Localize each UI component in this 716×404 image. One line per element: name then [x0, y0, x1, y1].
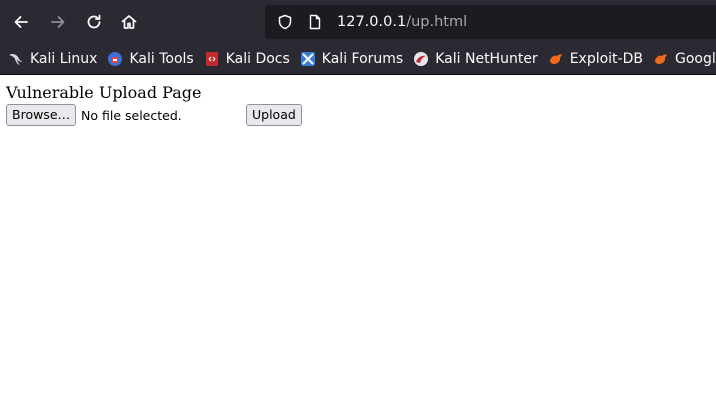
bookmark-label: Kali Docs [225, 51, 290, 67]
page-title: Vulnerable Upload Page [6, 83, 202, 102]
back-arrow-icon [14, 16, 28, 28]
url-host: 127.0.0.1 [337, 14, 407, 30]
bookmark-kali-forums[interactable]: Kali Forums [300, 51, 403, 67]
back-button[interactable] [7, 8, 35, 36]
address-bar[interactable]: 127.0.0.1/up.html [265, 5, 716, 39]
upload-form: Browse… No file selected. Upload [6, 104, 710, 126]
kali-forums-icon [300, 51, 316, 67]
browse-button[interactable]: Browse… [6, 104, 77, 126]
url-path: /up.html [406, 14, 468, 30]
bookmark-label: Kali NetHunter [435, 51, 538, 67]
forward-arrow-icon [51, 16, 65, 28]
page-info-icon[interactable] [303, 10, 327, 34]
bookmark-google-hacking-db[interactable]: Google Hacking DB [653, 51, 716, 67]
bookmark-kali-linux[interactable]: Kali Linux [8, 51, 97, 67]
kali-tools-icon [107, 51, 123, 67]
home-button[interactable] [115, 8, 143, 36]
kali-nethunter-icon [413, 51, 429, 67]
bookmark-label: Kali Linux [30, 51, 98, 67]
reload-icon [87, 14, 101, 29]
bookmark-label: Kali Tools [129, 51, 194, 67]
upload-button[interactable]: Upload [246, 104, 302, 126]
bookmark-kali-tools[interactable]: Kali Tools [107, 51, 194, 67]
browser-chrome: 127.0.0.1/up.html Kali Linux Kali Tools … [0, 0, 716, 75]
tracking-protection-shield-icon[interactable] [273, 10, 297, 34]
forward-button[interactable] [44, 8, 72, 36]
kali-docs-icon [204, 51, 220, 67]
navigation-toolbar: 127.0.0.1/up.html [0, 0, 716, 44]
bookmark-kali-nethunter[interactable]: Kali NetHunter [413, 51, 538, 67]
bookmark-label: Kali Forums [321, 51, 404, 67]
bookmarks-toolbar: Kali Linux Kali Tools Kali Docs Kali For… [0, 44, 716, 75]
bookmark-label: Google Hacking DB [674, 51, 716, 67]
bookmark-exploit-db[interactable]: Exploit-DB [548, 51, 643, 67]
file-status-text: No file selected. [81, 107, 182, 123]
exploit-db-icon [548, 51, 564, 67]
reload-button[interactable] [80, 8, 108, 36]
google-hacking-db-icon [653, 51, 669, 67]
page-content: Vulnerable Upload Page Browse… No file s… [0, 75, 716, 134]
bookmark-kali-docs[interactable]: Kali Docs [204, 51, 290, 67]
bookmark-label: Exploit-DB [569, 51, 643, 67]
home-icon [121, 15, 137, 29]
kali-dragon-icon [8, 51, 24, 67]
url-text[interactable]: 127.0.0.1/up.html [337, 14, 467, 30]
